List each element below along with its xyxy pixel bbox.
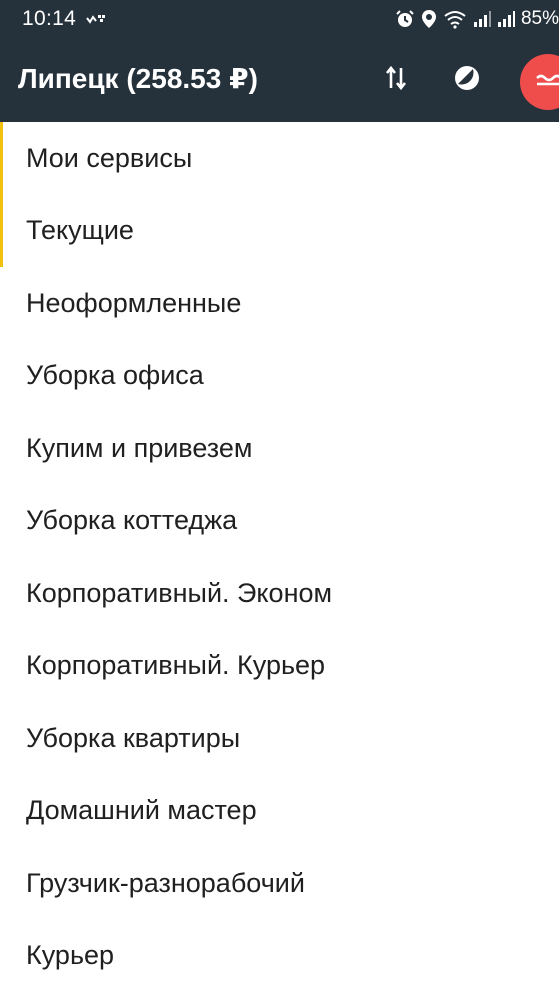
wifi-icon xyxy=(443,9,467,29)
alarm-icon xyxy=(395,9,415,29)
menu-item-unprocessed[interactable]: Неоформленные xyxy=(0,267,559,340)
menu-item-loader[interactable]: Грузчик-разнорабочий xyxy=(0,847,559,920)
location-icon xyxy=(421,9,437,29)
menu-item-label: Уборка офиса xyxy=(26,360,204,391)
signal-icon xyxy=(473,10,491,28)
menu-item-corporate-economy[interactable]: Корпоративный. Эконом xyxy=(0,557,559,630)
swap-arrows-button[interactable] xyxy=(374,58,418,102)
menu-item-label: Курьер xyxy=(26,940,115,971)
signal-icon-2 xyxy=(497,10,515,28)
shift-toggle-icon xyxy=(453,64,481,97)
menu-item-my-services[interactable]: Мои сервисы xyxy=(0,122,559,195)
menu-item-label: Уборка квартиры xyxy=(26,722,241,753)
menu-item-label: Уборка коттеджа xyxy=(26,505,238,536)
menu-item-label: Корпоративный. Курьер xyxy=(26,650,326,681)
app-bar: Липецк (258.53 ₽) xyxy=(0,38,559,122)
red-action-icon xyxy=(534,70,559,95)
menu-item-buy-and-deliver[interactable]: Купим и привезем xyxy=(0,412,559,485)
page-title: Липецк (258.53 ₽) xyxy=(18,63,258,94)
status-bar: 10:14 85% xyxy=(0,0,559,38)
menu-item-label: Купим и привезем xyxy=(26,432,253,463)
menu-item-apartment-cleaning[interactable]: Уборка квартиры xyxy=(0,702,559,775)
status-time: 10:14 xyxy=(22,7,77,30)
menu-item-label: Домашний мастер xyxy=(26,795,257,826)
services-menu: Мои сервисы Текущие Неоформленные Уборка… xyxy=(0,122,559,992)
notification-icon xyxy=(86,12,108,26)
menu-item-label: Грузчик-разнорабочий xyxy=(26,867,305,898)
menu-item-label: Неоформленные xyxy=(26,287,242,318)
battery-level: 85% xyxy=(520,8,559,29)
menu-item-corporate-courier[interactable]: Корпоративный. Курьер xyxy=(0,630,559,703)
menu-item-current[interactable]: Текущие xyxy=(0,194,559,268)
menu-item-label: Мои сервисы xyxy=(26,142,193,173)
menu-item-office-cleaning[interactable]: Уборка офиса xyxy=(0,340,559,413)
menu-item-courier[interactable]: Курьер xyxy=(0,920,559,993)
menu-item-label: Корпоративный. Эконом xyxy=(26,577,333,608)
red-action-button[interactable] xyxy=(520,54,559,110)
shift-toggle-button[interactable] xyxy=(445,58,489,102)
menu-item-handyman[interactable]: Домашний мастер xyxy=(0,775,559,848)
swap-arrows-icon xyxy=(384,64,408,97)
menu-item-label: Текущие xyxy=(26,215,134,246)
menu-item-cottage-cleaning[interactable]: Уборка коттеджа xyxy=(0,485,559,558)
